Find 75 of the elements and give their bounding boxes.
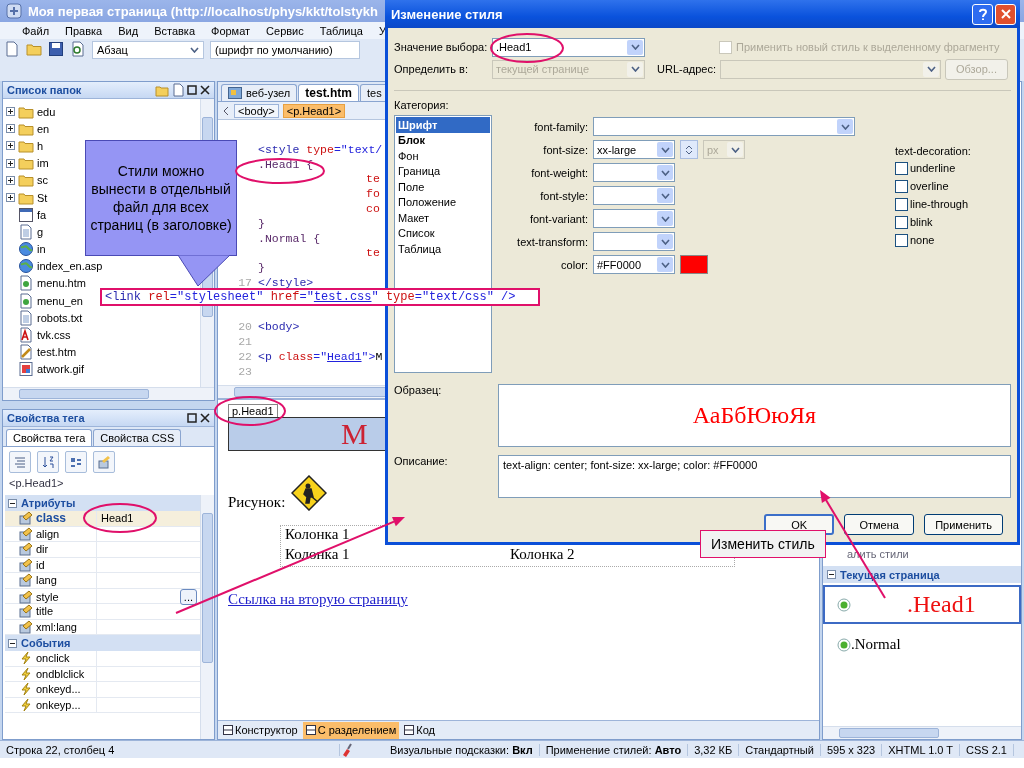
property-name: align	[36, 527, 60, 540]
checkbox-label: line-through	[910, 198, 969, 210]
code-line: }	[257, 261, 265, 275]
group-title: События	[21, 637, 71, 649]
field-label: font-style:	[539, 189, 588, 202]
line-number: 22	[237, 350, 253, 364]
property-name: style	[36, 590, 59, 603]
code-line: }	[257, 216, 265, 230]
property-name: title	[36, 605, 54, 618]
description-text: text-align: center; font-size: xx-large; color: #FF0000	[503, 459, 758, 471]
code-line: <p class="Head1">M	[257, 350, 383, 364]
field-label: font-size:	[542, 143, 588, 156]
section-label: Образец:	[394, 384, 443, 398]
checkbox-label: Применить новый стиль к выделенному фрагменту	[736, 41, 1000, 53]
field-label: color:	[560, 258, 588, 271]
style-name: .Head1	[907, 591, 976, 618]
line-number: 17	[237, 276, 253, 290]
table-cell-text: Колонка 1	[284, 526, 351, 544]
field-label: URL-адрес:	[657, 63, 716, 75]
heading-text: М	[341, 417, 368, 451]
panel-title: Свойства тега	[7, 412, 85, 424]
property-value: Head1	[101, 512, 134, 525]
style-name: .Normal	[851, 636, 901, 653]
preview-text: АаБбЮюЯя	[692, 402, 817, 429]
field-label: font-variant:	[528, 212, 588, 225]
line-number: 21	[237, 335, 253, 349]
field-label: Определить в:	[394, 63, 469, 75]
panel-title: Список папок	[7, 84, 82, 96]
field-label: text-transform:	[516, 235, 588, 248]
figure-caption: Рисунок:	[228, 494, 286, 511]
checkbox-label: none	[910, 234, 935, 246]
property-name: onclick	[36, 652, 70, 665]
status-item: Применение стилей: Авто	[539, 743, 689, 756]
checkbox-label: underline	[910, 162, 956, 174]
property-name: class	[36, 511, 67, 526]
property-name: onkeyd...	[36, 683, 81, 696]
property-name: dir	[36, 543, 49, 556]
code-line: .Normal {	[257, 231, 321, 245]
status-item: Стандартный	[739, 743, 821, 756]
code-line: fo	[365, 187, 380, 201]
checkbox-label: blink	[910, 216, 933, 228]
cursor-position: Строка 22, столбец 4	[0, 743, 340, 756]
window-title: Моя первая страница (http://localhost/phys/kkt/tolstykh	[28, 3, 378, 19]
property-name: id	[36, 558, 45, 571]
status-item: 3,32 КБ	[688, 743, 740, 756]
checkbox-label: overline	[910, 180, 949, 192]
property-name: onkeyp...	[36, 698, 81, 711]
line-number: 20	[237, 320, 253, 334]
code-line: co	[365, 202, 380, 216]
group-label: text-decoration:	[895, 145, 971, 157]
section-label: Категория:	[394, 99, 450, 111]
property-name: lang	[36, 574, 57, 587]
status-item: CSS 2.1	[960, 743, 1014, 756]
status-item: Визуальные подсказки: Вкл	[384, 743, 540, 756]
property-name: ondblclick	[36, 667, 85, 680]
code-line: te	[365, 172, 380, 186]
property-name: xml:lang	[36, 620, 77, 633]
code-line: te	[365, 246, 380, 260]
field-label: Значение выбора:	[394, 41, 488, 53]
code-line: </style>	[257, 276, 314, 290]
group-title: Атрибуты	[21, 497, 76, 509]
table-cell-text: Колонка 2	[509, 546, 576, 564]
status-item: 595 x 323	[820, 743, 883, 756]
callout-label: Изменить стиль	[700, 530, 826, 558]
status-item: XHTML 1.0 T	[882, 743, 960, 756]
field-label: font-family:	[533, 120, 588, 133]
code-line: <style type="text/	[257, 142, 383, 156]
tag-label: p.Head1	[228, 404, 278, 417]
dialog-title: Изменение стиля	[391, 6, 503, 22]
field-label: font-weight:	[530, 166, 588, 179]
callout-bubble: Стили можно вынести в отдельный файл для всех страниц (в заголовке)	[85, 140, 237, 256]
section-label: Описание:	[394, 455, 449, 469]
code-line: <body>	[257, 320, 300, 334]
tag-path: <p.Head1>	[8, 476, 65, 491]
line-number: 23	[237, 364, 253, 378]
